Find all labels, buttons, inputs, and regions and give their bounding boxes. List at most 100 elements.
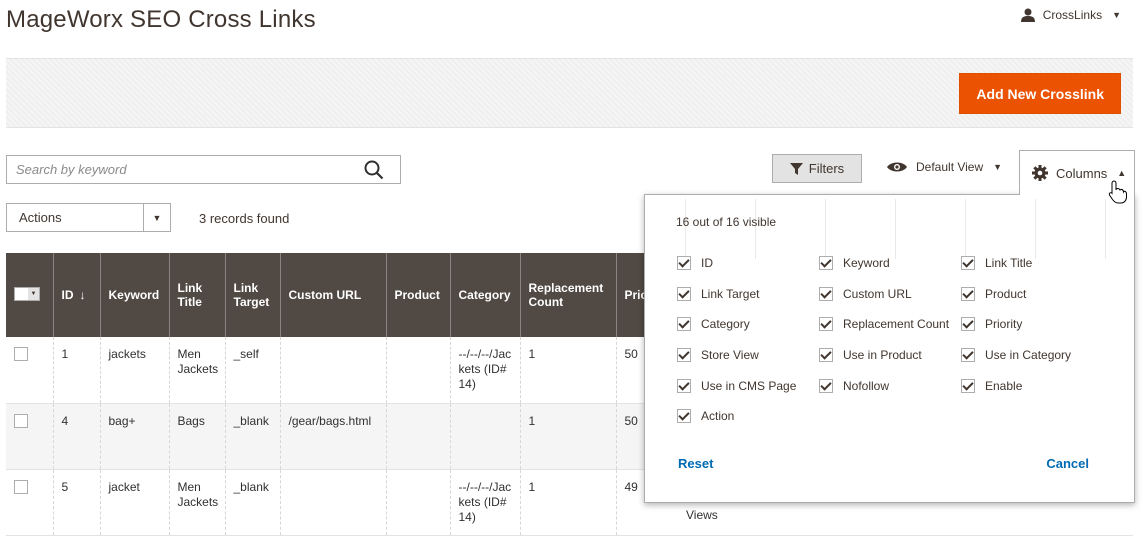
cell-link-target: _blank	[224, 403, 280, 470]
cell-product	[385, 469, 450, 536]
page-title: MageWorx SEO Cross Links	[6, 6, 316, 33]
checkbox-checked[interactable]	[677, 379, 691, 393]
add-new-crosslink-button[interactable]: Add New Crosslink	[959, 73, 1121, 114]
checkbox-checked[interactable]	[961, 287, 975, 301]
checkbox-checked[interactable]	[819, 379, 833, 393]
hand-cursor-icon	[1108, 180, 1127, 204]
mass-select-header[interactable]: ▼	[6, 253, 53, 337]
column-header-id[interactable]: ID ↓	[52, 253, 100, 337]
row-checkbox[interactable]	[14, 413, 28, 428]
column-header-category[interactable]: Category	[449, 253, 520, 337]
checkbox-checked[interactable]	[819, 348, 833, 362]
default-view-button[interactable]: Default View ▼	[886, 160, 1002, 174]
user-menu[interactable]: CrossLinks ▼	[1020, 8, 1121, 22]
column-header-custom-url[interactable]: Custom URL	[279, 253, 386, 337]
search-box[interactable]: Search by keyword	[6, 155, 401, 184]
gear-icon	[1032, 165, 1048, 181]
checkbox-checked[interactable]	[677, 287, 691, 301]
cell-link-title: Men Jackets	[168, 337, 225, 404]
column-toggle-product[interactable]: Product	[961, 287, 1026, 301]
column-toggle-keyword[interactable]: Keyword	[819, 256, 890, 270]
cell-custom-url	[279, 337, 386, 404]
cell-replacement-count: 1	[519, 469, 616, 536]
chevron-down-icon: ▼	[28, 287, 39, 300]
row-checkbox[interactable]	[14, 479, 28, 494]
checkbox-checked[interactable]	[819, 287, 833, 301]
column-toggle-store-view[interactable]: Store View	[677, 348, 759, 362]
cell-id: 5	[52, 469, 100, 536]
column-toggle-replacement-count[interactable]: Replacement Count	[819, 317, 949, 331]
cell-link-title: Bags	[168, 403, 225, 470]
cancel-columns-button[interactable]: Cancel	[1046, 456, 1089, 471]
column-toggle-nofollow[interactable]: Nofollow	[819, 379, 889, 393]
cell-product	[385, 403, 450, 470]
chevron-down-icon: ▼	[993, 162, 1003, 172]
search-input[interactable]: Search by keyword	[16, 162, 127, 177]
cell-keyword: jackets	[99, 337, 169, 404]
cell-link-title: Men Jackets	[168, 469, 225, 536]
column-toggle-use-in-product[interactable]: Use in Product	[819, 348, 922, 362]
cell-id: 4	[52, 403, 100, 470]
cell-link-target: _blank	[224, 469, 280, 536]
column-toggle-enable[interactable]: Enable	[961, 379, 1022, 393]
cell-id: 1	[52, 337, 100, 404]
page-actions-bar: Add New Crosslink	[6, 58, 1133, 128]
visible-columns-count: 16 out of 16 visible	[676, 215, 777, 229]
cell-category	[449, 403, 520, 470]
cell-link-target: _self	[224, 337, 280, 404]
column-header-keyword[interactable]: Keyword	[99, 253, 169, 337]
checkbox-checked[interactable]	[677, 409, 691, 423]
column-toggle-use-in-category[interactable]: Use in Category	[961, 348, 1071, 362]
column-toggle-custom-url[interactable]: Custom URL	[819, 287, 912, 301]
column-toggle-category[interactable]: Category	[677, 317, 750, 331]
cell-replacement-count: 1	[519, 337, 616, 404]
actions-label: Actions	[19, 210, 62, 225]
cell-replacement-count: 1	[519, 403, 616, 470]
reset-columns-button[interactable]: Reset	[678, 456, 713, 471]
mass-select-checkbox[interactable]: ▼	[14, 286, 40, 301]
column-header-product[interactable]: Product	[385, 253, 450, 337]
records-found: 3 records found	[199, 211, 290, 226]
chevron-down-icon: ▼	[1112, 10, 1121, 20]
checkbox-checked[interactable]	[819, 256, 833, 270]
cell-priority-value: 49	[624, 479, 638, 494]
column-toggle-use-in-cms-page[interactable]: Use in CMS Page	[677, 379, 796, 393]
chevron-up-icon: ▲	[1117, 168, 1127, 178]
columns-panel: 16 out of 16 visible ID Keyword Link Tit…	[644, 194, 1135, 503]
checkbox-checked[interactable]	[961, 317, 975, 331]
panel-backdrop	[685, 199, 1125, 259]
cell-keyword: jacket	[99, 469, 169, 536]
cell-custom-url: /gear/bags.html	[279, 403, 386, 470]
user-name: CrossLinks	[1042, 8, 1103, 22]
column-header-replacement-count[interactable]: Replacement Count	[519, 253, 616, 337]
chevron-down-icon[interactable]: ▼	[143, 204, 170, 231]
column-toggle-id[interactable]: ID	[677, 256, 713, 270]
filters-button[interactable]: Filters	[772, 154, 862, 183]
default-view-label: Default View	[916, 160, 984, 174]
checkbox-checked[interactable]	[819, 317, 833, 331]
column-toggle-action[interactable]: Action	[677, 409, 734, 423]
checkbox-checked[interactable]	[961, 379, 975, 393]
eye-icon	[887, 162, 907, 172]
cell-category: --/--/--/Jackets (ID#14)	[449, 469, 520, 536]
column-toggle-priority[interactable]: Priority	[961, 317, 1022, 331]
cell-product	[385, 337, 450, 404]
checkbox-checked[interactable]	[961, 348, 975, 362]
mass-actions-select[interactable]: Actions ▼	[6, 203, 171, 232]
filter-icon	[789, 162, 803, 175]
checkbox-checked[interactable]	[677, 256, 691, 270]
checkbox-checked[interactable]	[961, 256, 975, 270]
search-icon[interactable]	[364, 160, 384, 180]
checkbox-checked[interactable]	[677, 317, 691, 331]
checkbox-checked[interactable]	[677, 348, 691, 362]
sort-down-icon: ↓	[79, 288, 86, 302]
column-header-link-target[interactable]: Link Target	[224, 253, 280, 337]
column-toggle-link-title[interactable]: Link Title	[961, 256, 1032, 270]
row-checkbox[interactable]	[14, 347, 28, 361]
cell-category: --/--/--/Jackets (ID#14)	[449, 337, 520, 404]
column-toggle-link-target[interactable]: Link Target	[677, 287, 759, 301]
columns-label: Columns	[1056, 165, 1108, 181]
user-icon	[1020, 8, 1035, 22]
cell-keyword: bag+	[99, 403, 169, 470]
column-header-link-title[interactable]: Link Title	[168, 253, 225, 337]
